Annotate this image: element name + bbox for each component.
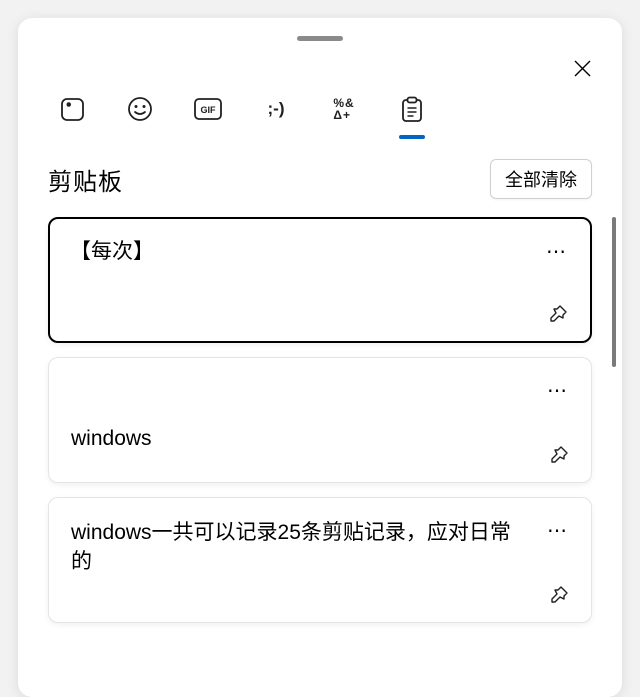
clipboard-icon [401,96,423,123]
kaomoji-icon: ;-) [268,99,285,119]
svg-text:GIF: GIF [201,105,217,115]
pin-button[interactable] [549,304,568,323]
tab-emoji[interactable] [126,95,154,123]
sticker-icon [60,97,85,122]
emoji-icon [127,96,153,122]
pin-icon [549,304,568,323]
tab-stickers[interactable] [58,95,86,123]
clear-all-button[interactable]: 全部清除 [490,159,592,199]
pin-icon [550,445,569,464]
clipboard-item[interactable]: 【每次】 ⋯ [48,217,592,343]
clipboard-list: 【每次】 ⋯ ⋯ windows windows一共可以记录25条剪贴记录，应对… [48,217,592,623]
close-icon [574,60,591,77]
more-button[interactable]: ⋯ [547,518,569,543]
pin-button[interactable] [550,445,569,464]
gif-icon: GIF [194,98,222,120]
clipboard-item[interactable]: ⋯ windows [48,357,592,483]
symbols-icon: %&Δ+ [333,97,354,121]
tab-gif[interactable]: GIF [194,95,222,123]
more-button[interactable]: ⋯ [546,239,568,264]
section-title: 剪贴板 [48,162,123,197]
clipboard-item-text: windows [71,424,569,453]
category-tabs: GIF ;-) %&Δ+ [48,95,592,123]
clipboard-item-text: windows一共可以记录25条剪贴记录，应对日常的 [71,518,569,577]
tab-kaomoji[interactable]: ;-) [262,95,290,123]
clipboard-item-text: 【每次】 [70,237,570,266]
pin-button[interactable] [550,585,569,604]
more-button[interactable]: ⋯ [547,378,569,403]
drag-handle[interactable] [297,36,343,41]
tab-clipboard[interactable] [398,95,426,123]
close-button[interactable] [566,52,598,84]
emoji-clipboard-panel: GIF ;-) %&Δ+ 剪贴板 全部清除 【每次】 ⋯ ⋯ windows w… [18,18,622,697]
scrollbar-thumb[interactable] [612,217,616,367]
tab-symbols[interactable]: %&Δ+ [330,95,358,123]
section-header: 剪贴板 全部清除 [48,159,592,199]
pin-icon [550,585,569,604]
clipboard-item[interactable]: windows一共可以记录25条剪贴记录，应对日常的 ⋯ [48,497,592,623]
